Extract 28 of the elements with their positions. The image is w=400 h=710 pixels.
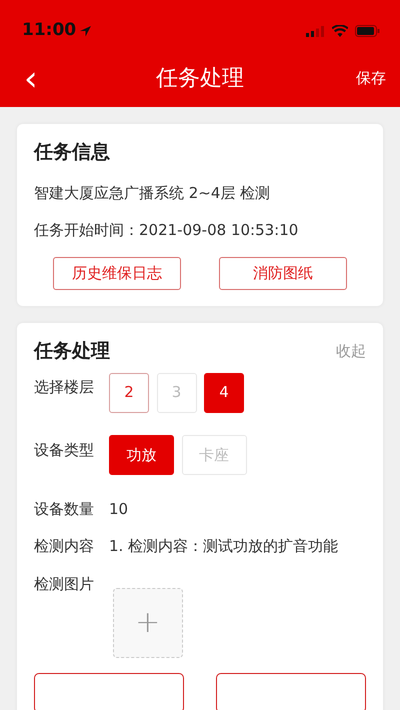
back-button[interactable]: ‹ (18, 62, 44, 96)
field-label: 检测图片 (34, 574, 95, 594)
action-button[interactable] (34, 672, 184, 710)
status-time: 11:00 (22, 19, 76, 42)
field-label: 检测内容 (34, 536, 95, 557)
info-text: 智建大厦应急广播系统 2~4层 检测 (34, 182, 272, 204)
location-arrow-icon (80, 26, 91, 36)
card-title: 任务信息 (34, 140, 111, 165)
collapse-link[interactable]: 收起 (336, 340, 366, 362)
field-label: 设备类型 (34, 440, 95, 461)
field-value: 1. 检测内容：测试功放的扩音功能 (109, 536, 338, 557)
outline-button[interactable]: 历史维保日志 (53, 256, 181, 290)
signal-icon (306, 26, 324, 36)
outline-button[interactable]: 消防图纸 (219, 256, 347, 290)
card-title: 任务处理 (34, 338, 110, 364)
action-button[interactable] (216, 672, 366, 710)
page-title: 任务处理 (156, 65, 244, 93)
field-label: 设备数量 (34, 498, 95, 520)
info-text: 任务开始时间：2021-09-08 10:53:10 (34, 220, 300, 241)
option-button[interactable]: 2 (109, 372, 149, 412)
battery-icon (355, 25, 380, 37)
add-photo-button[interactable]: + (112, 588, 183, 658)
option-button[interactable]: 4 (204, 372, 244, 412)
save-button[interactable]: 保存 (356, 67, 386, 90)
field-label: 选择楼层 (34, 377, 95, 398)
option-button[interactable]: 功放 (109, 435, 174, 475)
field-value: 10 (109, 498, 128, 520)
wifi-icon (332, 25, 348, 37)
